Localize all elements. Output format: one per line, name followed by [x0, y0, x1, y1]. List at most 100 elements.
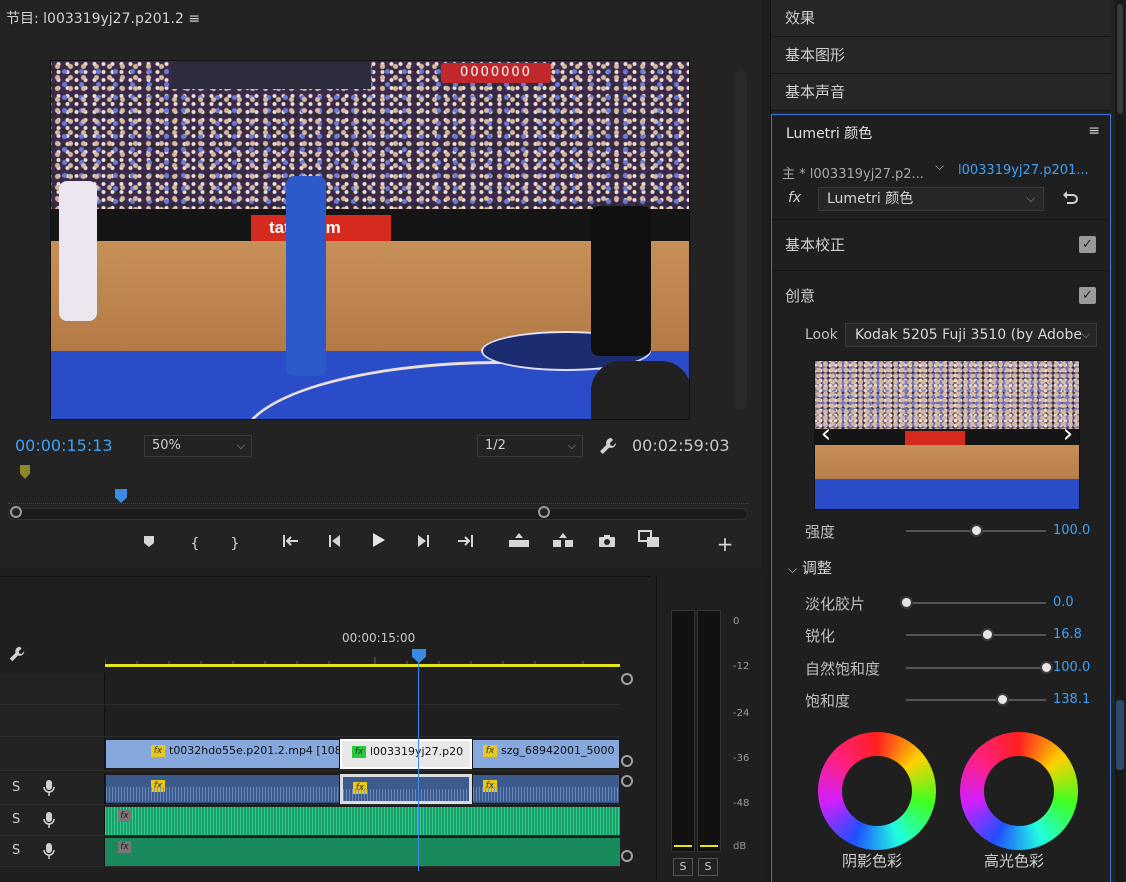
compare-icon[interactable] [634, 530, 664, 558]
lumetri-title[interactable]: Lumetri 颜色 [786, 123, 872, 143]
track-scroll-handle[interactable] [621, 775, 633, 787]
add-icon[interactable]: + [710, 530, 740, 558]
slider-knob[interactable] [899, 596, 913, 609]
slider-knob[interactable] [996, 693, 1010, 706]
video-frame[interactable]: 0000000 tateFarm [50, 60, 690, 420]
video-clip[interactable]: fx t0032hdo55e.p201.2.mp4 [108.2 [105, 739, 340, 769]
audio-track-1[interactable]: S fx fx fx [0, 773, 620, 805]
step-forward-icon[interactable] [408, 530, 438, 558]
audio-track-2[interactable]: S fx [0, 805, 620, 836]
reset-icon[interactable] [1060, 189, 1080, 209]
audio-clip-selected[interactable]: fx [340, 774, 472, 804]
section-enable-checkbox[interactable]: ✓ [1079, 236, 1096, 253]
slider-value[interactable]: 100.0 [1053, 660, 1090, 675]
highlight-tint-wheel[interactable] [960, 732, 1078, 850]
slider-value[interactable]: 100.0 [1053, 523, 1090, 538]
panel-essential-sound[interactable]: 基本声音 [771, 74, 1111, 111]
audio-track-3[interactable]: S fx [0, 836, 620, 867]
chevron-right-icon[interactable]: › [1058, 419, 1078, 449]
section-title: 创意 [785, 287, 816, 305]
right-panel-scrollbar[interactable] [1115, 0, 1125, 882]
faded-film-slider[interactable]: 淡化胶片 0.0 [772, 589, 1110, 617]
track-scroll-handle[interactable] [621, 673, 633, 685]
scrollbar-thumb[interactable] [1116, 700, 1124, 770]
lumetri-color-panel: Lumetri 颜色 ≡ 主 * l003319yj27.p2... ⌵ l00… [771, 114, 1111, 882]
slider-knob[interactable] [1039, 661, 1053, 674]
marker-icon[interactable] [134, 530, 164, 558]
vibrance-slider[interactable]: 自然饱和度 100.0 [772, 654, 1110, 682]
slider-track[interactable] [906, 602, 1046, 604]
solo-button[interactable]: S [12, 780, 20, 795]
slider-knob[interactable] [980, 628, 994, 641]
video-track-1[interactable]: fx t0032hdo55e.p201.2.mp4 [108.2 fx l00331… [0, 737, 620, 771]
go-to-out-icon[interactable] [450, 530, 480, 558]
sharpen-slider[interactable]: 锐化 16.8 [772, 621, 1110, 649]
wrench-icon[interactable] [598, 436, 618, 456]
solo-button[interactable]: S [12, 843, 20, 858]
step-back-icon[interactable] [320, 530, 350, 558]
effect-dropdown[interactable]: Lumetri 颜色 ⌵ [818, 187, 1044, 211]
zoom-dropdown[interactable]: 50% ⌵ [144, 435, 252, 457]
slider-track[interactable] [906, 667, 1046, 669]
meter-right [697, 610, 721, 852]
microphone-icon[interactable] [42, 811, 56, 829]
slider-value[interactable]: 138.1 [1053, 692, 1090, 707]
lift-icon[interactable] [504, 530, 534, 558]
slider-track[interactable] [906, 699, 1046, 701]
mark-out-icon[interactable]: } [220, 530, 250, 558]
microphone-icon[interactable] [42, 779, 56, 797]
mark-in-icon[interactable]: { [180, 530, 210, 558]
audio-clip[interactable]: fx [472, 774, 620, 804]
scrollbar-right-handle[interactable] [538, 506, 550, 518]
saturation-slider[interactable]: 饱和度 138.1 [772, 686, 1110, 714]
audio-clip[interactable]: fx [105, 774, 340, 804]
section-title: 调整 [801, 559, 832, 577]
resolution-dropdown[interactable]: 1/2 ⌵ [477, 435, 583, 457]
chevron-left-icon[interactable]: ‹ [816, 419, 836, 449]
video-track-3[interactable] [0, 673, 620, 705]
program-monitor-title[interactable]: 节目: l003319yj27.p201.2 ≡ [6, 8, 200, 28]
play-icon[interactable] [363, 530, 393, 558]
slider-track[interactable] [906, 634, 1046, 636]
intensity-slider[interactable]: 强度 100.0 [772, 517, 1110, 545]
wrench-icon[interactable] [8, 645, 26, 663]
monitor-zoom-scrollbar[interactable] [8, 508, 748, 520]
in-point-marker[interactable] [20, 465, 30, 479]
camera-icon[interactable] [592, 530, 622, 558]
panel-essential-graphics[interactable]: 基本图形 [771, 37, 1111, 74]
go-to-in-icon[interactable] [276, 530, 306, 558]
work-area-bar[interactable] [105, 664, 620, 667]
section-creative[interactable]: 创意 ✓ [772, 270, 1110, 320]
tab-sequence-clip[interactable]: l003319yj27.p201... [958, 163, 1089, 178]
video-clip-selected[interactable]: fx l003319yj27.p20 [340, 739, 472, 769]
fx-badge: fx [118, 841, 131, 853]
video-track-2[interactable] [0, 705, 620, 737]
panel-menu-icon[interactable]: ≡ [1088, 123, 1100, 139]
track-scroll-handle[interactable] [621, 850, 633, 862]
slider-value[interactable]: 16.8 [1053, 627, 1082, 642]
slider-value[interactable]: 0.0 [1053, 595, 1074, 610]
solo-button[interactable]: S [12, 812, 20, 827]
look-dropdown[interactable]: Kodak 5205 Fuji 3510 (by Adobe) ⌵ [845, 323, 1097, 347]
meter-solo-left[interactable]: S [673, 858, 693, 876]
scrollbar-thumb[interactable] [1117, 4, 1123, 114]
meter-solo-right[interactable]: S [698, 858, 718, 876]
microphone-icon[interactable] [42, 842, 56, 860]
current-timecode[interactable]: 00:00:15:13 [15, 436, 113, 455]
track-scroll-handle[interactable] [621, 755, 633, 767]
section-enable-checkbox[interactable]: ✓ [1079, 287, 1096, 304]
slider-knob[interactable] [969, 524, 983, 537]
section-adjustments[interactable]: ⌵ 调整 [788, 557, 832, 578]
scrollbar-left-handle[interactable] [10, 506, 22, 518]
audio-clip-music[interactable] [105, 838, 620, 866]
extract-icon[interactable] [548, 530, 578, 558]
section-basic-correction[interactable]: 基本校正 ✓ [772, 219, 1110, 269]
monitor-scrollbar[interactable] [735, 70, 747, 410]
audio-clip-music[interactable] [105, 807, 620, 835]
fx-icon[interactable]: fx [788, 190, 801, 206]
tab-master-clip[interactable]: 主 * l003319yj27.p2... [782, 163, 924, 182]
shadow-tint-wheel[interactable] [818, 732, 936, 850]
chevron-down-icon[interactable]: ⌵ [935, 159, 944, 174]
panel-effects[interactable]: 效果 [771, 0, 1111, 37]
video-clip[interactable]: fx szg_68942001_5000 [472, 739, 620, 769]
